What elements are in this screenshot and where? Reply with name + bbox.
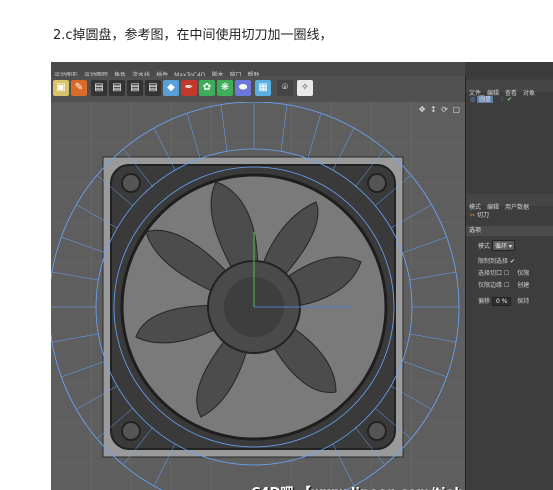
pen-icon[interactable]: ✒ xyxy=(181,80,197,96)
select-cut-row[interactable]: 选择切口 ☐ 仅限 xyxy=(478,268,529,277)
viewport-scene xyxy=(51,102,465,490)
checkbox[interactable]: ✔ xyxy=(510,258,515,265)
object-name: 圆盘 xyxy=(477,96,494,103)
floor-icon[interactable]: ▦ xyxy=(255,80,271,96)
object-row[interactable]: ◎ 圆盘 ⋮ ✔ xyxy=(470,94,552,105)
toolbar: ▣ ✎ ▤ ▤ ▤ ▤ ◆ ✒ ✿ ❋ ⬬ ▦ ⌾ ✧ xyxy=(51,76,465,103)
mode-dropdown[interactable]: 循环 ▾ xyxy=(491,240,515,251)
deformer-icon[interactable]: ⬬ xyxy=(235,80,251,96)
cloner-icon[interactable]: ❋ xyxy=(217,80,233,96)
camera-icon[interactable]: ⌾ xyxy=(277,80,293,96)
light-icon[interactable]: ✧ xyxy=(297,80,313,96)
right-panel: 文件 编辑 查看 对象 ◎ 圆盘 ⋮ ✔ 模式 编辑 用户数据 ✂ 切刀 选项 模式 循环… xyxy=(465,76,553,490)
disc-icon: ◎ xyxy=(470,96,476,103)
mode-row: 模式 循环 ▾ xyxy=(478,240,515,251)
clapper-icon[interactable]: ▤ xyxy=(127,80,143,96)
subdivide-icon[interactable]: ✿ xyxy=(199,80,215,96)
c4d-window: 运动图形运动跟踪角色流水线插件MaxToC4D脚本窗口帮助 ▣ ✎ ▤ ▤ ▤ … xyxy=(51,62,553,490)
viewport[interactable]: ✥ ↕ ⟳ ▢ C4D吧 【www.linecg.com/tieba/1799】 xyxy=(51,102,465,490)
restrict-row[interactable]: 限制到选择 ✔ xyxy=(478,256,515,265)
attribute-tabs: 模式 编辑 用户数据 xyxy=(466,194,553,211)
offset-field[interactable]: 0 % xyxy=(491,297,512,306)
object-manager-tabs: 文件 编辑 查看 对象 xyxy=(466,80,553,97)
section-options: 选项 xyxy=(466,226,553,236)
offset-row: 偏移 0 % 保持 xyxy=(478,297,530,306)
fan-hole xyxy=(367,421,387,441)
knife-icon: ✂ xyxy=(470,212,477,219)
clapper-icon[interactable]: ▤ xyxy=(91,80,107,96)
pen-icon[interactable]: ✎ xyxy=(71,80,87,96)
only-visible-row[interactable]: 仅限边缘 ☐ 创建 xyxy=(478,280,529,289)
tool-title: ✂ 切刀 xyxy=(470,212,489,219)
watermark: C4D吧 【www.linecg.com/tieba/1799】 xyxy=(251,482,465,490)
tab-user-data[interactable]: 用户数据 xyxy=(502,202,532,214)
clapper-icon[interactable]: ▤ xyxy=(109,80,125,96)
clapper-icon[interactable]: ▤ xyxy=(145,80,161,96)
check-icon[interactable]: ✔ xyxy=(507,96,512,103)
fan-hole xyxy=(121,421,141,441)
viewport-controls[interactable]: ✥ ↕ ⟳ ▢ xyxy=(419,105,461,114)
fan-hole xyxy=(121,173,141,193)
visibility-icon[interactable]: ⋮ xyxy=(499,96,505,103)
cube-icon[interactable]: ◆ xyxy=(163,80,179,96)
fan-hole xyxy=(367,173,387,193)
caption: 2.c掉圆盘，参考图，在中间使用切刀加一圈线， xyxy=(53,28,333,43)
menu-bar: 运动图形运动跟踪角色流水线插件MaxToC4D脚本窗口帮助 xyxy=(51,62,465,79)
checkbox[interactable]: ☐ xyxy=(504,282,509,289)
checkbox[interactable]: ☐ xyxy=(504,270,509,277)
cube-icon[interactable]: ▣ xyxy=(53,80,69,96)
